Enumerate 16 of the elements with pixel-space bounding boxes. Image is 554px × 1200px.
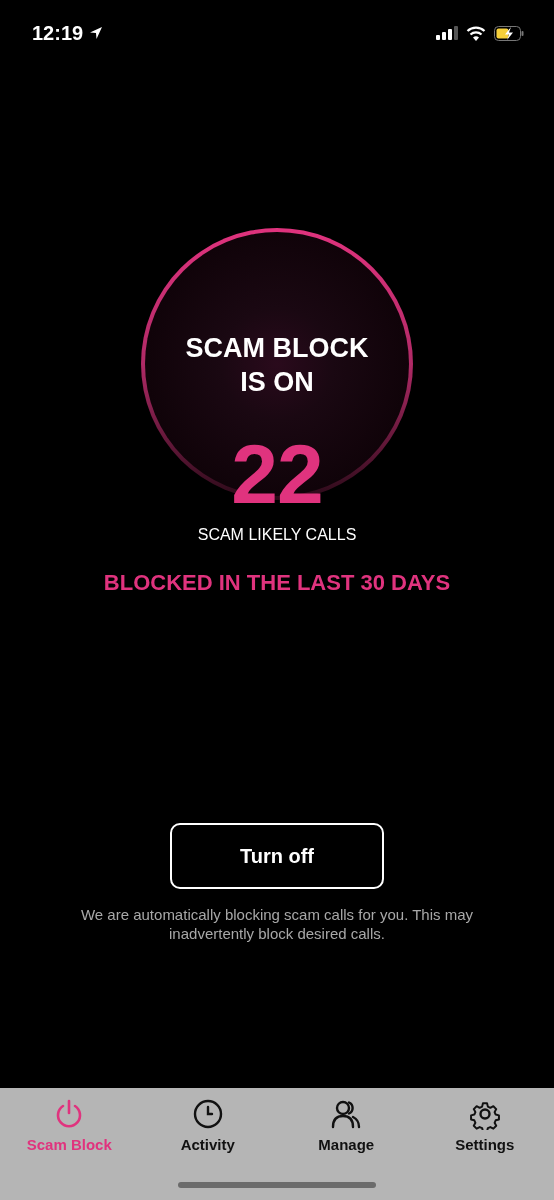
tab-item[interactable]: Activity xyxy=(138,1088,277,1168)
signal-icon xyxy=(436,26,458,40)
info-note: We are automatically blocking scam calls for you. This may inadvertently block desired calls. xyxy=(79,905,475,943)
people-icon xyxy=(330,1098,363,1130)
wifi-icon xyxy=(466,25,486,41)
tab-item[interactable]: Settings xyxy=(415,1088,554,1168)
turn-off-button[interactable]: Turn off xyxy=(170,823,384,889)
clock-time: 12:19 xyxy=(32,21,84,45)
count-period: BLOCKED IN THE LAST 30 DAYS xyxy=(103,569,451,597)
clock-icon xyxy=(191,1098,224,1130)
battery-charging-icon xyxy=(494,25,524,41)
tab-item[interactable]: Manage xyxy=(277,1088,416,1168)
count-caption: SCAM LIKELY CALLS xyxy=(197,525,357,545)
status-title: SCAM BLOCK IS ON xyxy=(185,332,369,399)
location-arrow-icon xyxy=(89,26,104,40)
blocked-count: 22 xyxy=(231,434,323,514)
